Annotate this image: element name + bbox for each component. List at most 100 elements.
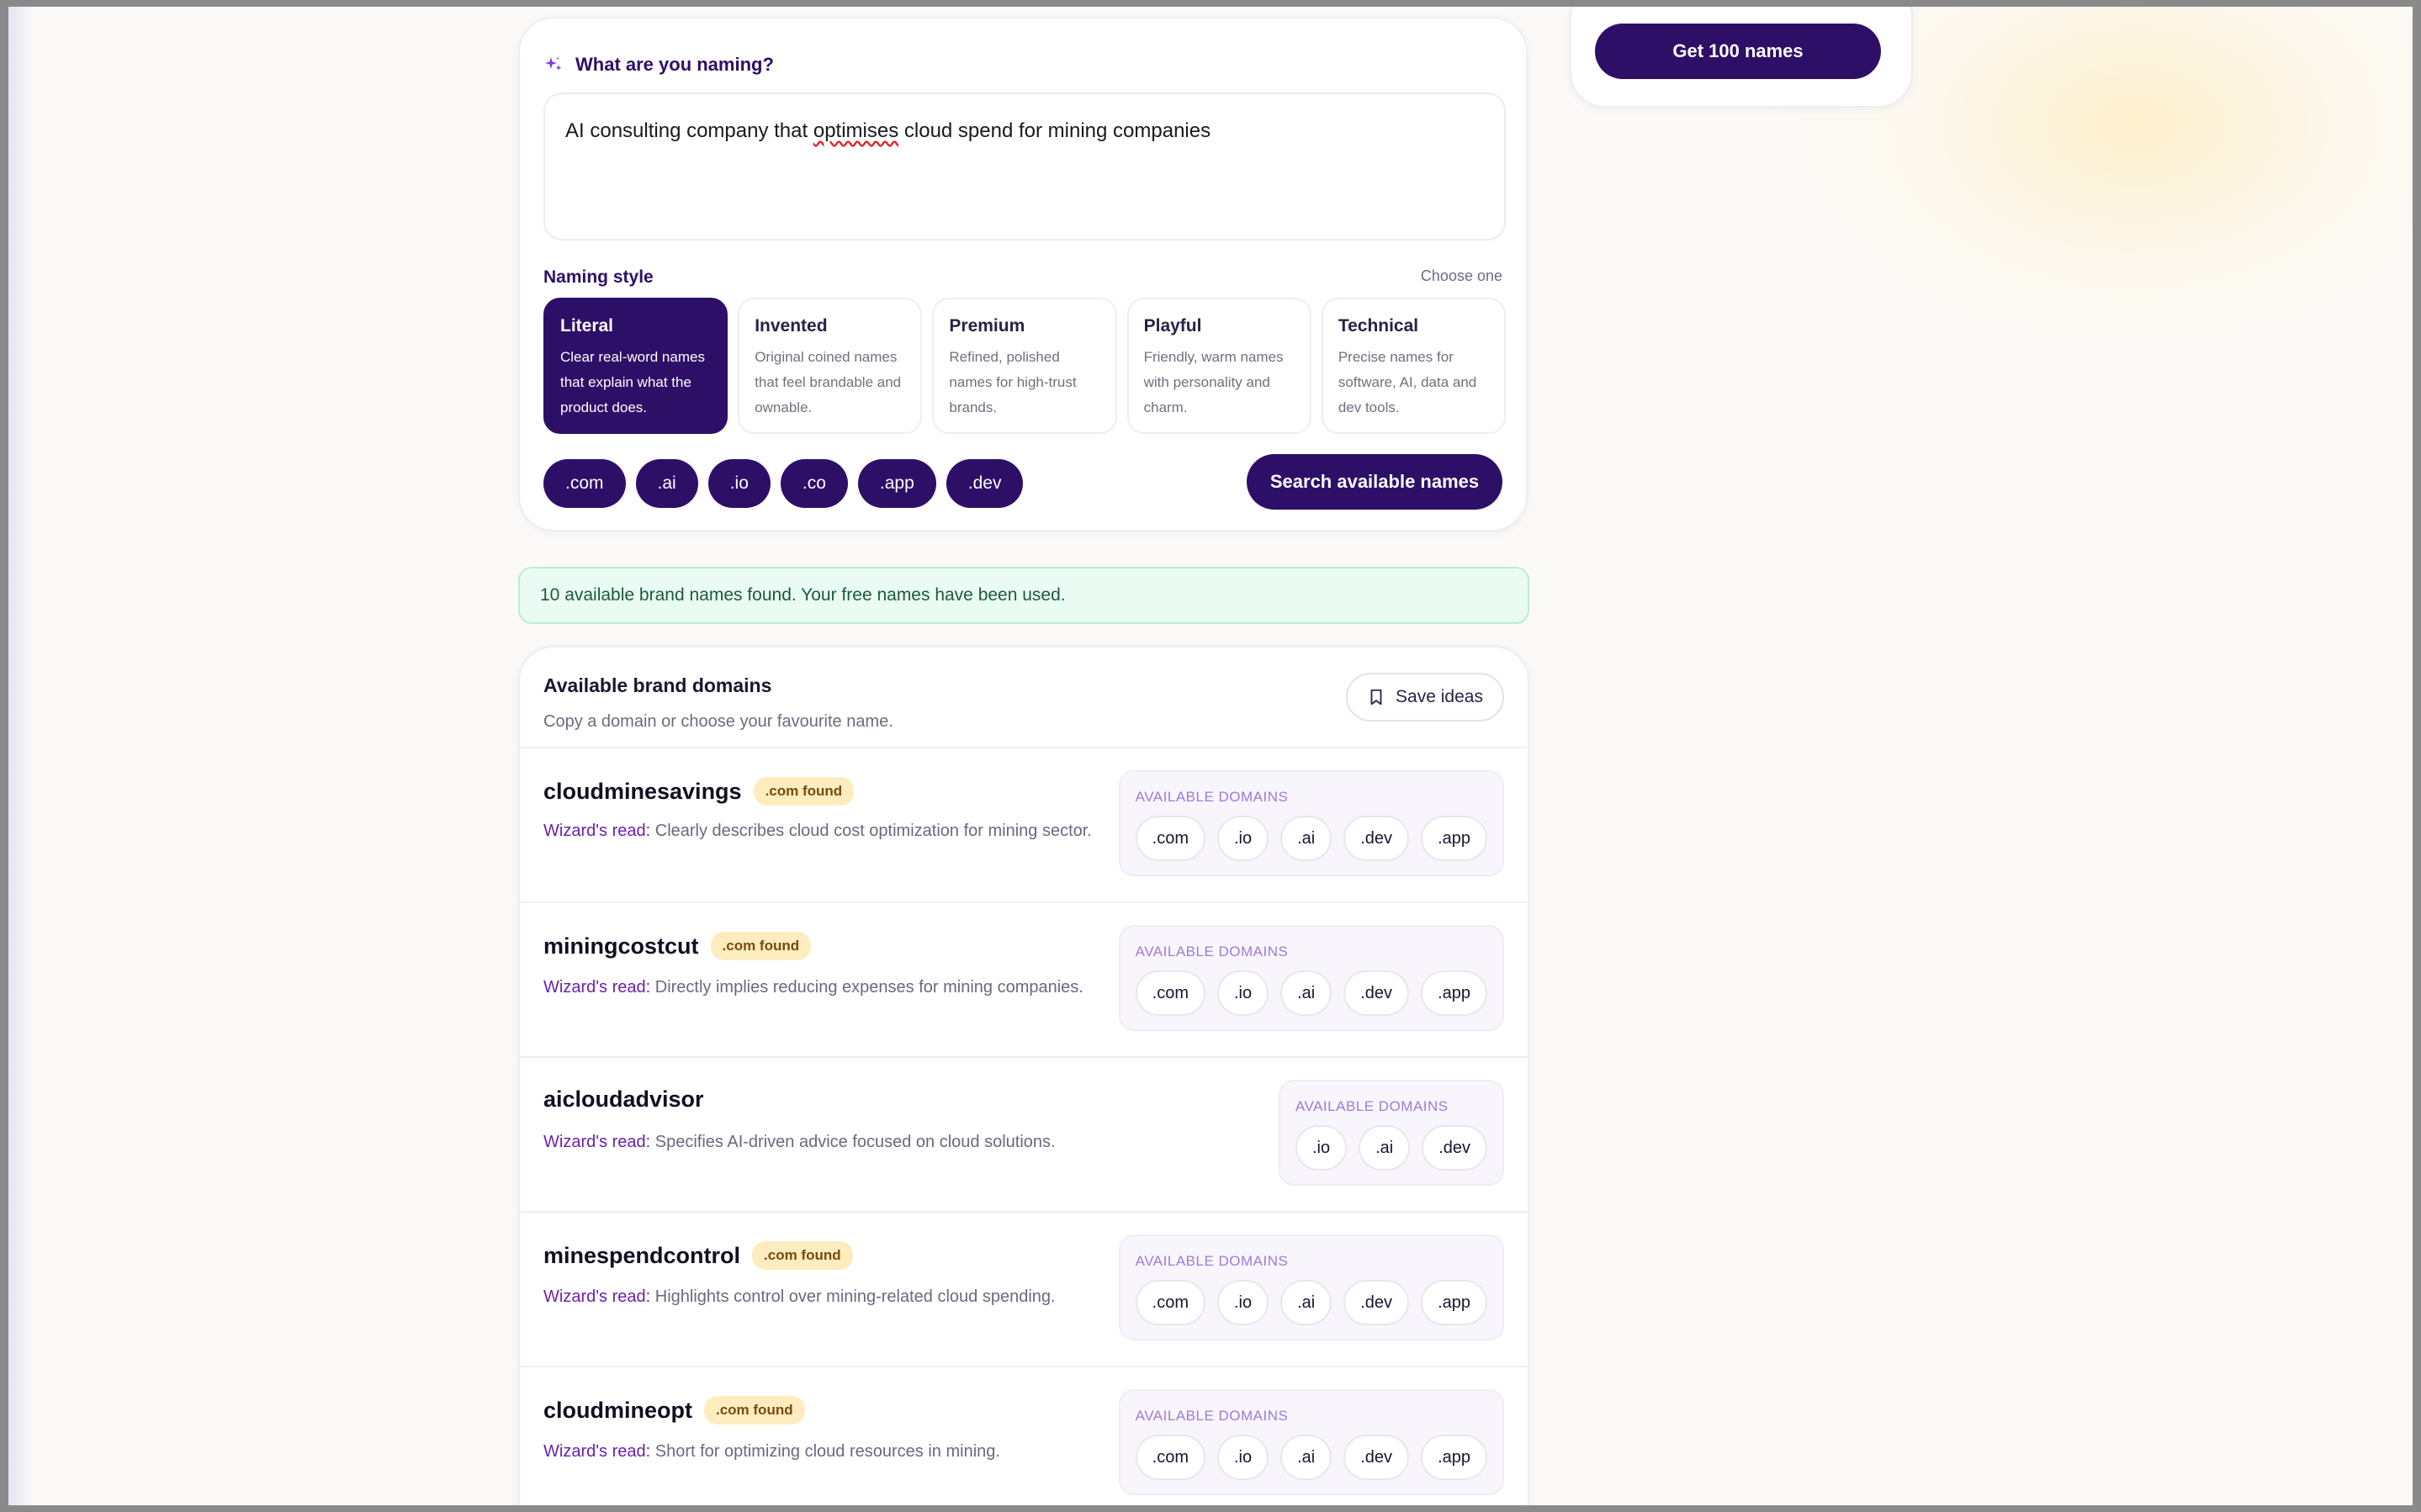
domain-pill-io[interactable]: .io [1217, 1280, 1269, 1325]
naming-form-card: What are you naming? AI consulting compa… [518, 17, 1528, 531]
style-option-invented[interactable]: Invented Original coined names that feel… [738, 298, 923, 434]
wizard-read-prefix: Wizard's read: [543, 978, 651, 997]
domain-pill-com[interactable]: .com [1135, 1280, 1205, 1325]
question-label: What are you naming? [575, 54, 774, 75]
domain-pill-ai[interactable]: .ai [1359, 1125, 1411, 1171]
domain-pill-io[interactable]: .io [1295, 1125, 1348, 1171]
domain-pills: .com .io .ai .dev .app [1135, 1435, 1487, 1480]
prompt-text-2: cloud spend for mining companies [898, 119, 1211, 142]
style-description: Precise names for software, AI, data and… [1338, 349, 1477, 415]
result-name-line: minespendcontrol .com found [543, 1241, 853, 1270]
style-option-literal[interactable]: Literal Clear real-word names that expla… [543, 298, 728, 434]
results-card: Available brand domains Copy a domain or… [518, 646, 1529, 1505]
result-row: cloudminesavings .com found Wizard's rea… [520, 748, 1528, 901]
wizard-read: Wizard's read: Highlights control over m… [543, 1282, 1124, 1312]
save-ideas-label: Save ideas [1396, 687, 1483, 706]
wizard-read: Wizard's read: Specifies AI-driven advic… [543, 1127, 1124, 1157]
domain-pill-com[interactable]: .com [1135, 970, 1205, 1016]
brand-name[interactable]: minespendcontrol [543, 1243, 740, 1269]
success-notice: 10 available brand names found. Your fre… [518, 567, 1529, 624]
wizard-read: Wizard's read: Clearly describes cloud c… [543, 816, 1124, 846]
tld-toggle-dev[interactable]: .dev [946, 459, 1024, 508]
domain-pill-ai[interactable]: .ai [1280, 1435, 1332, 1480]
tld-toggle-app[interactable]: .app [857, 459, 936, 508]
results-header: Available brand domains Copy a domain or… [543, 674, 893, 732]
style-option-playful[interactable]: Playful Friendly, warm names with person… [1126, 298, 1311, 434]
style-description: Refined, polished names for high-trust b… [949, 349, 1077, 415]
style-title: Premium [949, 316, 1025, 336]
wizard-read-text: Highlights control over mining-related c… [654, 1287, 1056, 1306]
domain-pill-io[interactable]: .io [1217, 1435, 1269, 1480]
choose-one-hint: Choose one [1420, 267, 1502, 284]
domain-pill-io[interactable]: .io [1217, 816, 1269, 861]
domain-pill-ai[interactable]: .ai [1280, 1280, 1332, 1325]
result-name-line: cloudmineopt .com found [543, 1396, 805, 1425]
brand-name[interactable]: cloudmineopt [543, 1398, 692, 1424]
tld-toggle-io[interactable]: .io [707, 459, 771, 508]
domain-pill-ai[interactable]: .ai [1280, 816, 1332, 861]
domain-pill-dev[interactable]: .dev [1343, 1280, 1410, 1325]
tld-toggle-co[interactable]: .co [780, 459, 848, 508]
domain-pill-app[interactable]: .app [1421, 970, 1487, 1016]
tld-selector: .com .ai .io .co .app .dev [543, 459, 1024, 508]
result-name-line: aicloudadvisor [543, 1086, 704, 1113]
available-domains-label: AVAILABLE DOMAINS [1135, 1408, 1289, 1424]
style-description: Original coined names that feel brandabl… [755, 349, 902, 415]
question-row: What are you naming? [543, 54, 774, 76]
page: What are you naming? AI consulting compa… [8, 7, 2413, 1505]
bookmark-icon [1370, 689, 1382, 706]
wizard-read-prefix: Wizard's read: [543, 822, 651, 840]
style-description: Friendly, warm names with personality an… [1143, 349, 1284, 415]
wizard-read-text: Directly implies reducing expenses for m… [654, 978, 1083, 997]
style-option-technical[interactable]: Technical Precise names for software, AI… [1321, 298, 1507, 434]
prompt-text-1: AI consulting company that [565, 119, 813, 142]
domain-pill-app[interactable]: .app [1421, 1280, 1487, 1325]
domain-pill-dev[interactable]: .dev [1422, 1125, 1487, 1171]
wizard-read-text: Specifies AI-driven advice focused on cl… [654, 1133, 1056, 1151]
available-domains-box: AVAILABLE DOMAINS .com .io .ai .dev .app [1118, 770, 1504, 876]
style-title: Playful [1143, 316, 1202, 336]
wizard-read-prefix: Wizard's read: [543, 1442, 651, 1461]
result-row: aicloudadvisor Wizard's read: Specifies … [520, 1058, 1528, 1211]
domain-pill-com[interactable]: .com [1135, 816, 1205, 861]
prompt-misspelled-word: optimises [813, 119, 899, 142]
available-domains-label: AVAILABLE DOMAINS [1135, 944, 1289, 960]
background-edge [8, 7, 34, 1505]
naming-style-label: Naming style [543, 267, 654, 287]
results-title: Available brand domains [543, 674, 772, 696]
domain-pills: .io .ai .dev [1295, 1125, 1487, 1171]
upgrade-card: Get 100 names [1570, 7, 1913, 108]
get-100-names-button[interactable]: Get 100 names [1595, 24, 1881, 79]
domain-pill-ai[interactable]: .ai [1280, 970, 1332, 1016]
naming-style-options: Literal Clear real-word names that expla… [543, 298, 1507, 434]
available-domains-box: AVAILABLE DOMAINS .io .ai .dev [1278, 1080, 1504, 1186]
brand-name[interactable]: cloudminesavings [543, 779, 742, 805]
brand-name[interactable]: aicloudadvisor [543, 1086, 704, 1113]
save-ideas-button[interactable]: Save ideas [1346, 673, 1504, 722]
search-available-names-button[interactable]: Search available names [1247, 454, 1502, 510]
style-option-premium[interactable]: Premium Refined, polished names for high… [932, 298, 1117, 434]
domain-pill-app[interactable]: .app [1421, 816, 1487, 861]
style-title: Technical [1338, 316, 1419, 336]
wizard-read: Wizard's read: Short for optimizing clou… [543, 1436, 1124, 1467]
brand-name[interactable]: miningcostcut [543, 933, 699, 960]
result-name-line: miningcostcut .com found [543, 932, 812, 960]
domain-pill-dev[interactable]: .dev [1343, 970, 1410, 1016]
wizard-read-text: Clearly describes cloud cost optimizatio… [654, 822, 1092, 840]
style-description: Clear real-word names that explain what … [560, 349, 705, 415]
domain-pill-io[interactable]: .io [1217, 970, 1269, 1016]
domain-pill-com[interactable]: .com [1135, 1435, 1205, 1480]
tld-toggle-com[interactable]: .com [543, 459, 626, 508]
tld-toggle-ai[interactable]: .ai [635, 459, 698, 508]
result-row: cloudmineopt .com found Wizard's read: S… [520, 1367, 1528, 1505]
domain-pill-app[interactable]: .app [1421, 1435, 1487, 1480]
wizard-read-text: Short for optimizing cloud resources in … [654, 1442, 1000, 1461]
com-found-badge: .com found [704, 1396, 805, 1425]
domain-pill-dev[interactable]: .dev [1343, 1435, 1410, 1480]
wizard-read-prefix: Wizard's read: [543, 1133, 651, 1151]
com-found-badge: .com found [752, 1241, 853, 1270]
style-title: Literal [560, 316, 614, 336]
com-found-badge: .com found [753, 777, 855, 806]
domain-pill-dev[interactable]: .dev [1343, 816, 1410, 861]
naming-prompt-input[interactable]: AI consulting company that optimises clo… [543, 93, 1506, 241]
